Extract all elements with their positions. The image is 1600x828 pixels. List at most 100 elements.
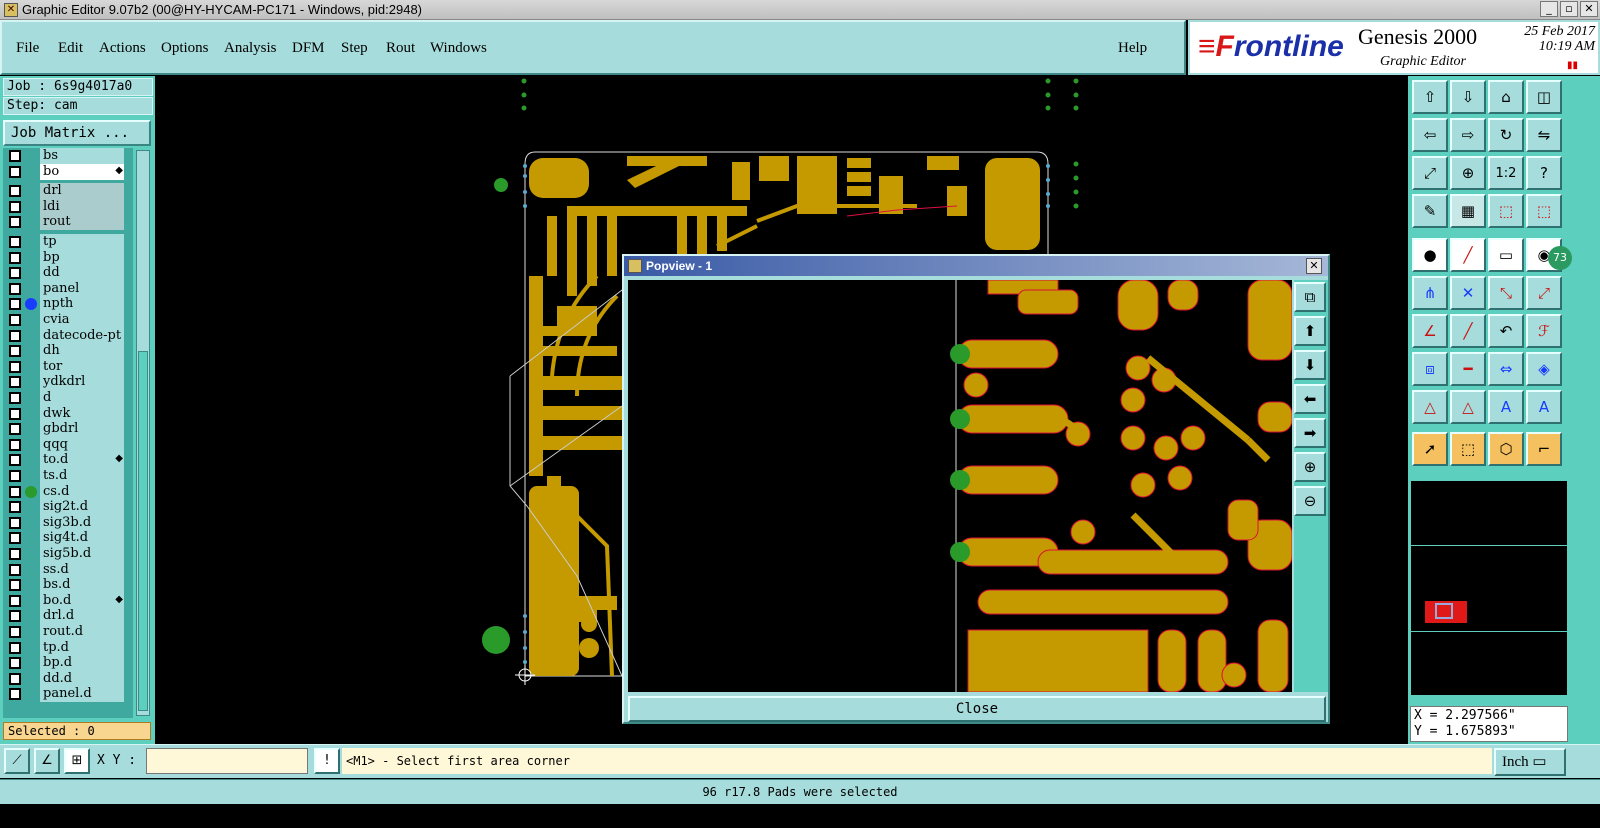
layer-name[interactable]: bp.d [40, 655, 124, 672]
page-down-icon[interactable]: ⇩ [1450, 80, 1486, 114]
layer-row[interactable]: datecode-pt [3, 327, 133, 344]
layer-row[interactable]: ss.d [3, 561, 133, 578]
menu-edit[interactable]: Edit [58, 40, 83, 57]
layer-row[interactable]: bs.d [3, 577, 133, 594]
zoom-icon[interactable]: ⊕ [1450, 156, 1486, 190]
layer-row[interactable]: ydkdrl [3, 374, 133, 391]
layer-name[interactable]: dwk [40, 405, 124, 422]
layer-row[interactable]: sig5b.d [3, 546, 133, 562]
layer-checkbox[interactable] [9, 236, 21, 248]
flip-icon[interactable]: ⇋ [1526, 118, 1562, 152]
layer-row[interactable]: dwk [3, 405, 133, 422]
popview-canvas[interactable] [628, 280, 1292, 692]
overview-map[interactable] [1410, 480, 1569, 696]
layer-checkbox[interactable] [9, 150, 21, 162]
grid-icon[interactable]: ▦ [1450, 194, 1486, 228]
layer-scrollbar[interactable] [136, 150, 150, 716]
select-area-icon[interactable]: ⬚ [1450, 432, 1486, 466]
layer-row[interactable]: sig4t.d [3, 530, 133, 547]
layer-checkbox[interactable] [9, 314, 21, 326]
xy-input[interactable] [146, 748, 308, 774]
move-icon[interactable]: ⤡ [1488, 276, 1524, 310]
layer-checkbox[interactable] [9, 516, 21, 529]
layer-checkbox[interactable] [9, 200, 21, 213]
layer-checkbox[interactable] [9, 657, 21, 670]
layer-row[interactable]: dd [3, 265, 133, 282]
layer-name[interactable]: bs [40, 148, 124, 164]
layer-name[interactable]: cs.d [40, 483, 124, 500]
layer-name[interactable]: tp.d [40, 639, 124, 656]
layer-checkbox[interactable] [9, 345, 21, 358]
zoom-fit-icon[interactable]: ⤢ [1412, 156, 1448, 190]
popview-drawing[interactable] [628, 280, 1292, 692]
text-icon[interactable]: A [1488, 390, 1524, 424]
split-view-icon[interactable]: ◫ [1526, 80, 1562, 114]
layer-checkbox[interactable] [9, 548, 21, 560]
layer-checkbox[interactable] [9, 165, 21, 178]
layer-row[interactable]: panel [3, 280, 133, 297]
layer-name[interactable]: sig5b.d [40, 546, 124, 562]
layer-row[interactable]: npth [3, 296, 133, 313]
layer-name[interactable]: drl [40, 183, 124, 200]
scale-ratio-button[interactable]: 1:2 [1488, 156, 1524, 190]
layer-row[interactable]: sig2t.d [3, 499, 133, 516]
layer-name[interactable]: bo [40, 163, 124, 180]
overview-viewport[interactable] [1435, 603, 1453, 619]
layer-row[interactable]: bp.d [3, 655, 133, 672]
layer-row[interactable]: gbdrl [3, 421, 133, 438]
layer-checkbox[interactable] [9, 626, 21, 638]
menu-rout[interactable]: Rout [386, 40, 415, 57]
layer-row[interactable]: bo ◆ [3, 163, 133, 180]
layer-row[interactable]: ts.d [3, 468, 133, 484]
menu-step[interactable]: Step [341, 40, 368, 57]
layer-row[interactable]: d [3, 390, 133, 406]
snap-grid-icon[interactable]: ⊞ [64, 748, 90, 774]
layer-name[interactable]: dd [40, 265, 124, 282]
minimize-icon[interactable]: _ [1540, 1, 1558, 17]
layer-name[interactable]: to.d [40, 452, 124, 469]
layer-checkbox[interactable] [9, 470, 21, 482]
layer-name[interactable]: datecode-pt [40, 327, 124, 344]
layer-name[interactable]: sig2t.d [40, 499, 124, 516]
popview-pan-left-icon[interactable]: ⬅ [1294, 384, 1326, 414]
layer-checkbox[interactable] [9, 392, 21, 404]
layer-name[interactable]: tor [40, 358, 124, 375]
layer-row[interactable]: rout.d [3, 624, 133, 640]
layer-name[interactable]: dh [40, 343, 124, 360]
layer-checkbox[interactable] [9, 438, 21, 451]
connect-icon[interactable]: ⋔ [1412, 276, 1448, 310]
net-highlight-icon[interactable]: ⬚ [1488, 194, 1524, 228]
layer-name[interactable]: panel [40, 280, 124, 297]
menu-dfm[interactable]: DFM [292, 40, 325, 57]
layer-row[interactable]: tor [3, 358, 133, 375]
layer-row[interactable]: drl.d [3, 608, 133, 625]
layer-row[interactable]: sig3b.d [3, 514, 133, 531]
menu-help[interactable]: Help [1118, 40, 1147, 57]
layer-checkbox[interactable] [9, 360, 21, 373]
layer-name[interactable]: drl.d [40, 608, 124, 625]
select-pointer-icon[interactable]: ➚ [1412, 432, 1448, 466]
layer-checkbox[interactable] [9, 282, 21, 295]
layer-name[interactable]: ss.d [40, 561, 124, 578]
triangle-small-icon[interactable]: △ [1412, 390, 1448, 424]
layer-name[interactable]: panel.d [40, 686, 124, 703]
layer-row[interactable]: bp [3, 249, 133, 266]
layer-row[interactable]: tp.d [3, 639, 133, 656]
triangle-icon[interactable]: △ [1450, 390, 1486, 424]
layer-name[interactable]: sig4t.d [40, 530, 124, 547]
layer-name[interactable]: sig3b.d [40, 514, 124, 531]
layer-checkbox[interactable] [9, 298, 21, 311]
select-polygon-icon[interactable]: ⬡ [1488, 432, 1524, 466]
page-up-icon[interactable]: ⇧ [1412, 80, 1448, 114]
layer-checkbox[interactable] [9, 267, 21, 280]
layer-checkbox[interactable] [9, 532, 21, 545]
line-icon[interactable]: ━ [1450, 352, 1486, 386]
popview-fit-icon[interactable]: ⧉ [1294, 282, 1326, 312]
slash-icon[interactable]: ╱ [1450, 314, 1486, 348]
resize-icon[interactable]: ⧈ [1412, 352, 1448, 386]
close-icon[interactable]: ✕ [1580, 1, 1598, 17]
popview-close-button[interactable]: Close [628, 696, 1326, 722]
layer-row[interactable]: cs.d [3, 483, 133, 500]
popview-pan-down-icon[interactable]: ⬇ [1294, 350, 1326, 380]
dimension-icon[interactable]: ⇔ [1488, 352, 1524, 386]
